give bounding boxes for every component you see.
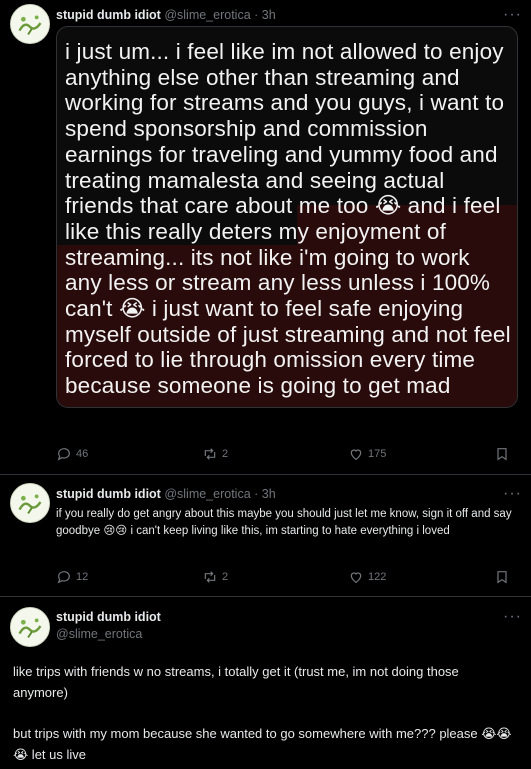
tweet-header: stupid dumb idiot @slime_erotica · 3h: [56, 487, 276, 501]
tweet-image[interactable]: i just um... i feel like im not allowed …: [56, 26, 518, 408]
repost-button[interactable]: 2: [202, 569, 228, 585]
reply-icon: [57, 571, 70, 584]
image-text: i just um... i feel like im not allowed …: [65, 39, 511, 399]
separator: ·: [254, 8, 259, 22]
display-name[interactable]: stupid dumb idiot: [56, 610, 161, 624]
repost-icon: [204, 448, 216, 460]
avatar[interactable]: [10, 483, 50, 523]
timestamp[interactable]: 3h: [262, 487, 276, 501]
more-icon[interactable]: ···: [503, 609, 521, 626]
handle[interactable]: @slime_erotica: [56, 627, 161, 641]
avatar-image: [11, 608, 49, 646]
avatar-image: [11, 5, 49, 43]
repost-count: 2: [222, 571, 229, 583]
tweet-text-paragraph-2: but trips with my mom because she wanted…: [13, 726, 512, 762]
display-name[interactable]: stupid dumb idiot: [56, 8, 161, 22]
repost-button[interactable]: 2: [202, 446, 228, 462]
like-icon: [350, 449, 362, 461]
reply-count: 12: [76, 571, 89, 583]
like-button[interactable]: 175: [348, 446, 386, 462]
more-icon[interactable]: ···: [503, 486, 521, 503]
tweet-header: stupid dumb idiot @slime_erotica: [56, 610, 161, 641]
tweet-text-paragraph-1: like trips with friends w no streams, i …: [13, 664, 459, 700]
display-name[interactable]: stupid dumb idiot: [56, 487, 161, 501]
avatar[interactable]: [10, 4, 50, 44]
tweet-actions: 12 2 122: [56, 569, 516, 587]
reply-count: 46: [76, 448, 89, 460]
reply-button[interactable]: 46: [56, 446, 88, 462]
reply-button[interactable]: 12: [56, 569, 88, 585]
avatar-image: [11, 484, 49, 522]
handle[interactable]: @slime_erotica: [164, 487, 250, 501]
like-count: 122: [368, 571, 387, 583]
tweet-1[interactable]: stupid dumb idiot @slime_erotica · 3h ··…: [0, 0, 531, 472]
like-count: 175: [368, 448, 387, 460]
bookmark-button[interactable]: [494, 569, 514, 585]
more-icon[interactable]: ···: [503, 7, 521, 24]
repost-icon: [204, 571, 216, 583]
separator: ·: [254, 487, 259, 501]
tweet-header: stupid dumb idiot @slime_erotica · 3h: [56, 8, 276, 22]
tweet-text: if you really do get angry about this ma…: [56, 508, 512, 537]
handle[interactable]: @slime_erotica: [164, 8, 250, 22]
like-button[interactable]: 122: [348, 569, 386, 585]
repost-count: 2: [222, 448, 229, 460]
tweet-2[interactable]: stupid dumb idiot @slime_erotica · 3h ··…: [0, 475, 531, 595]
bookmark-icon: [497, 448, 507, 461]
tweet-actions: 46 2 175: [56, 446, 516, 464]
bookmark-icon: [497, 571, 507, 584]
reply-icon: [57, 448, 70, 461]
bookmark-button[interactable]: [494, 446, 514, 462]
tweet-3[interactable]: stupid dumb idiot @slime_erotica ··· lik…: [0, 597, 531, 769]
like-icon: [350, 572, 362, 584]
timestamp[interactable]: 3h: [262, 8, 276, 22]
avatar[interactable]: [10, 607, 50, 647]
